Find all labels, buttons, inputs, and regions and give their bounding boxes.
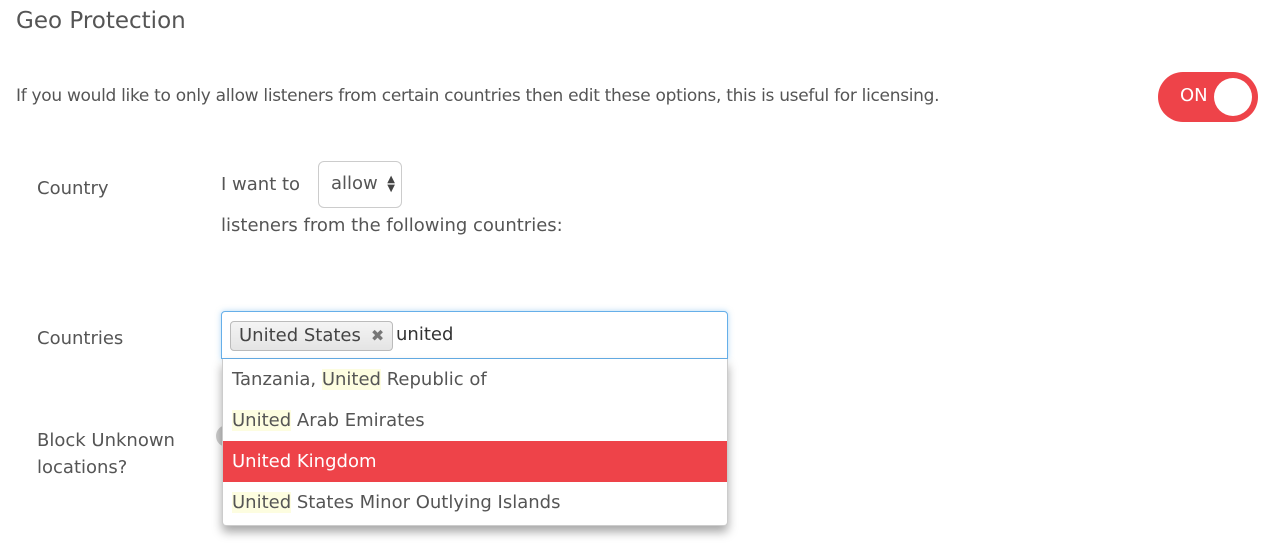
country-suffix: listeners from the following countries: [221,215,563,236]
select-value: allow [331,173,378,194]
geo-description: If you would like to only allow listener… [16,86,940,106]
select-arrows-icon: ▲ ▼ [387,174,395,194]
country-label: Country [37,178,109,199]
countries-dropdown: Tanzania, United Republic of United Arab… [222,359,728,526]
countries-search-text[interactable]: united [396,324,453,345]
countries-input[interactable]: United States ✖ united [221,311,728,359]
remove-tag-icon[interactable]: ✖ [371,326,384,345]
dropdown-option[interactable]: United Arab Emirates [223,400,727,441]
dropdown-option[interactable]: United States Minor Outlying Islands [223,482,727,523]
dropdown-option[interactable]: Tanzania, United Republic of [223,359,727,400]
toggle-label: ON [1180,85,1208,106]
page-title: Geo Protection [16,8,186,34]
countries-label: Countries [37,328,124,349]
allow-deny-select[interactable]: allow ▲ ▼ [318,161,402,208]
country-prefix: I want to [221,174,301,195]
geo-protection-toggle[interactable]: ON [1158,72,1258,122]
toggle-knob [1214,78,1252,116]
country-tag: United States ✖ [230,321,394,351]
dropdown-option-active[interactable]: United Kingdom [223,441,727,482]
block-unknown-label: Block Unknown locations? [37,430,175,478]
